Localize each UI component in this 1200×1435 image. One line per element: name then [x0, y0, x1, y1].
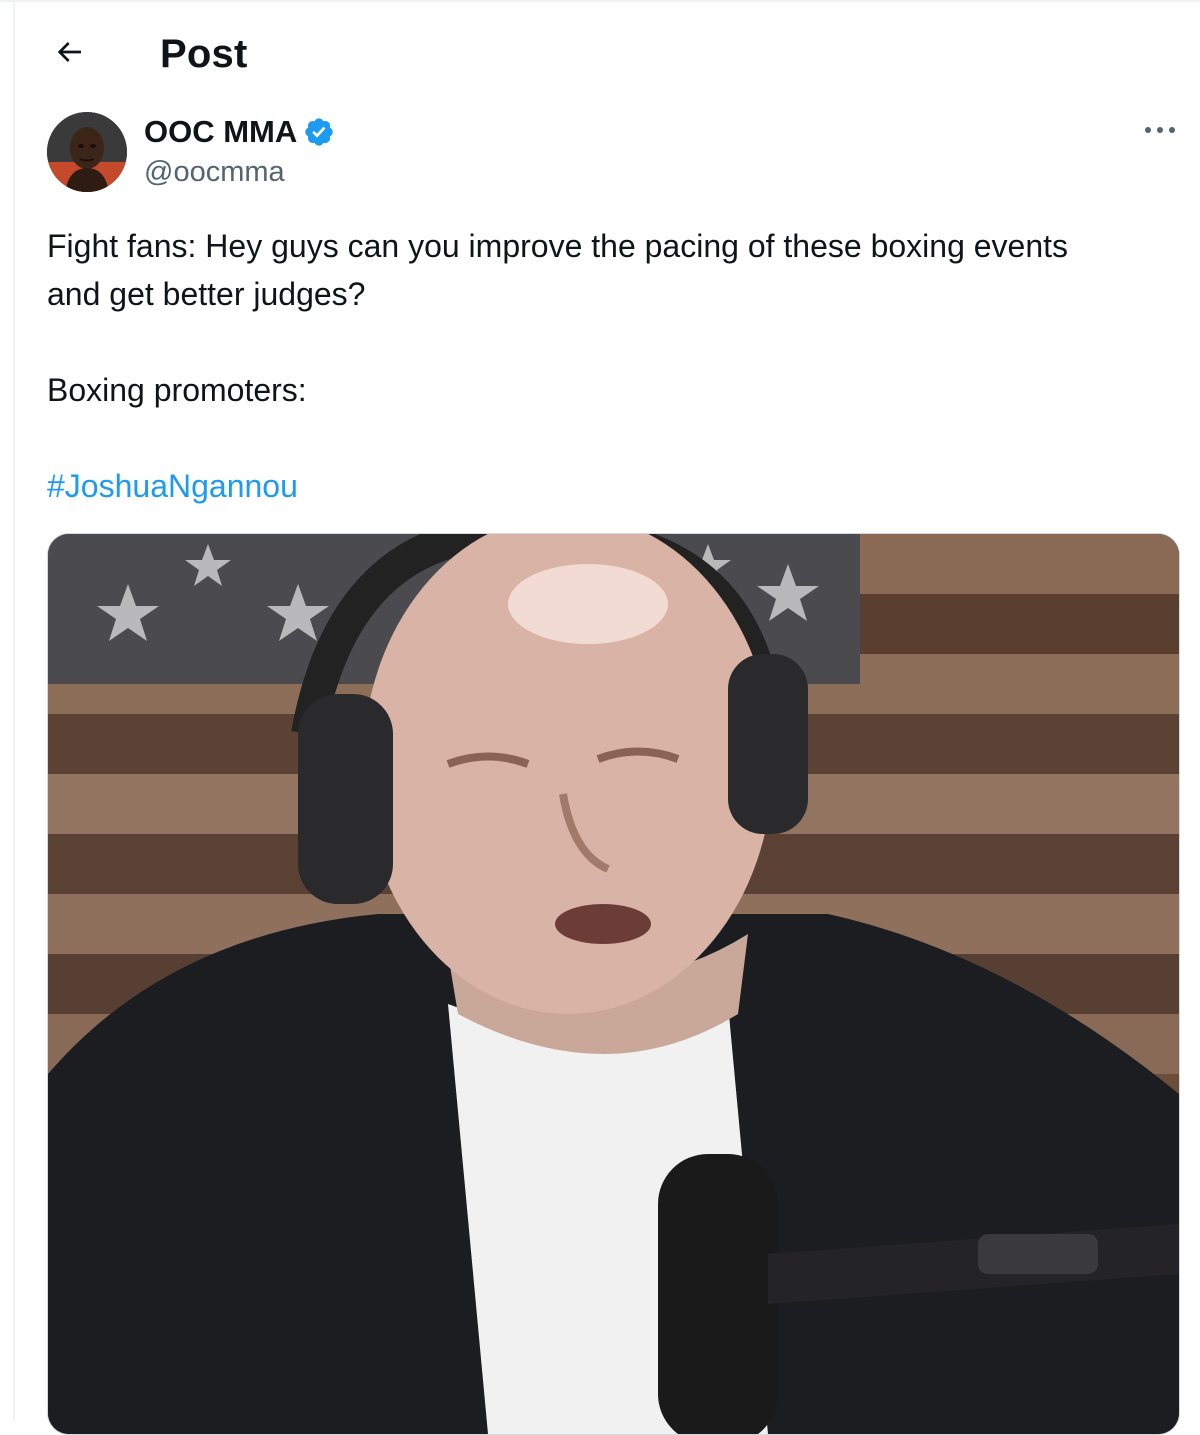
- post-text: Fight fans: Hey guys can you improve the…: [47, 222, 1177, 510]
- post-page: Post OOC MMA @oocmma Fight fans: Hey guy…: [0, 0, 1200, 1435]
- post-text-line: Boxing promoters:: [47, 372, 307, 408]
- post-text-line: Fight fans: Hey guys can you improve the…: [47, 228, 1069, 264]
- hashtag-link[interactable]: #JoshuaNgannou: [47, 468, 298, 504]
- avatar-photo: [47, 112, 127, 192]
- author-name-text: OOC MMA: [144, 114, 298, 149]
- media-image: [48, 534, 1179, 1434]
- back-button[interactable]: [47, 30, 91, 74]
- post-media-video[interactable]: [47, 533, 1180, 1435]
- more-options-icon: [1145, 127, 1175, 133]
- more-options-button[interactable]: [1136, 110, 1184, 150]
- author-avatar[interactable]: [47, 112, 127, 192]
- author-handle[interactable]: @oocmma: [144, 154, 285, 190]
- left-divider: [13, 0, 15, 1420]
- arrow-left-icon: [57, 42, 81, 62]
- page-title: Post: [160, 32, 248, 76]
- post-text-line: and get better judges?: [47, 276, 366, 312]
- page-header: Post: [15, 2, 1200, 102]
- verified-badge-icon: [305, 118, 333, 146]
- author-name[interactable]: OOC MMA: [144, 114, 335, 150]
